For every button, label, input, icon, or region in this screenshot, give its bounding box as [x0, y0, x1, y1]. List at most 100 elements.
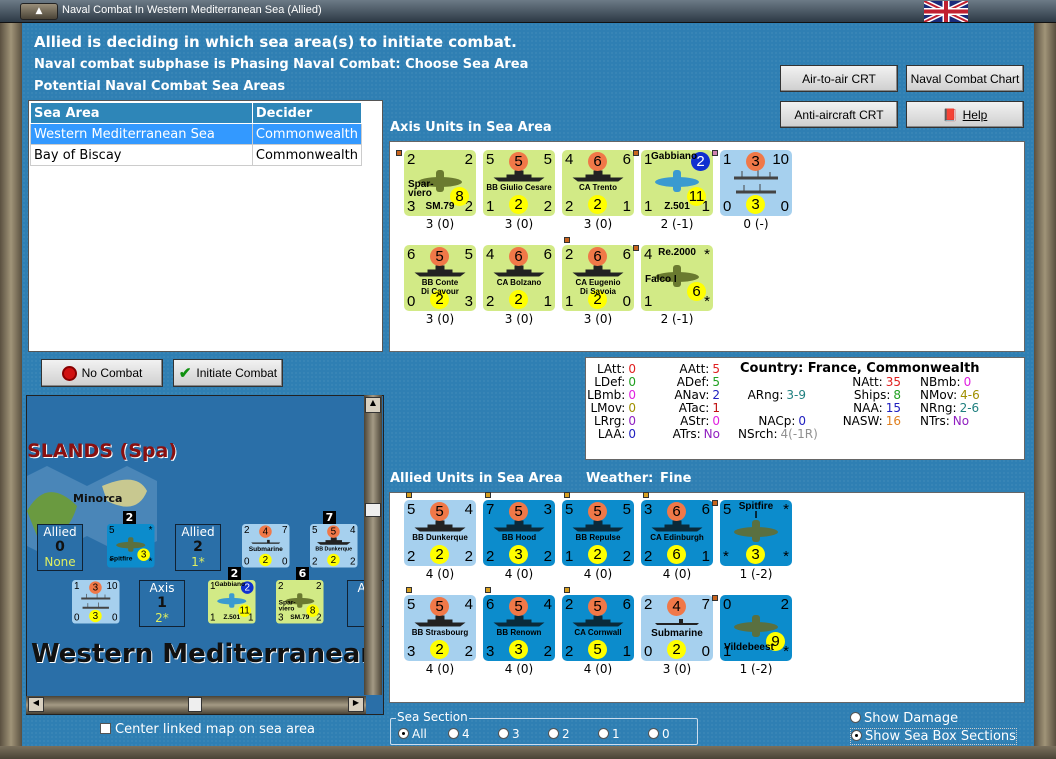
scroll-right-arrow[interactable]: ▶: [348, 697, 364, 712]
unit-stats-panel: Country: France, Commonwealth LAtt: 0 LDef…: [585, 357, 1025, 460]
unit-counter[interactable]: 6 5 0 3 5 2 BB Conte Di Cavour: [404, 245, 476, 311]
sea-box-count: 2: [193, 539, 203, 555]
radio-label: 3: [512, 727, 520, 741]
no-entry-icon: [61, 365, 77, 381]
unit-counter[interactable]: 2 6 1 0 6 2 CA Eugenio Di Savoia: [562, 245, 634, 311]
attack-circle: 5: [327, 525, 340, 538]
defense-value: 3: [407, 643, 416, 660]
range-value: 2: [622, 548, 631, 565]
stat-label: NAtt:: [852, 375, 883, 389]
cell-sea-area[interactable]: Bay of Biscay: [30, 144, 253, 166]
scroll-up-arrow[interactable]: ▲: [365, 397, 381, 413]
unit-counter[interactable]: 4 6 2 1 6 2 CA Trento: [562, 150, 634, 216]
unit-strength-label: 4 (0): [425, 567, 455, 581]
map-horizontal-scrollbar[interactable]: ◀ ▶: [26, 696, 366, 714]
sea-section-radio-3[interactable]: 3: [498, 727, 548, 741]
cell-decider[interactable]: Commonwealth: [251, 144, 363, 166]
naval-combat-chart-button[interactable]: Naval Combat Chart: [906, 65, 1024, 92]
stat-value: 4-6: [960, 388, 980, 402]
radio-button[interactable]: [398, 728, 409, 739]
cell-sea-area[interactable]: Western Mediterranean Sea: [30, 123, 253, 145]
sea-section-radio-2[interactable]: 2: [548, 727, 598, 741]
unit-counter[interactable]: 0 2 1 * 9 Vildebeest: [720, 595, 792, 661]
radio-button[interactable]: [498, 728, 509, 739]
sea-section-radio-all[interactable]: All: [398, 727, 448, 741]
unit-counter[interactable]: 4 * 1 * 6 Falco I Re.2000: [641, 245, 713, 311]
stat-label: LAA:: [597, 427, 626, 441]
defense-value: 3: [486, 643, 495, 660]
cell-decider[interactable]: Commonwealth: [251, 123, 363, 145]
defense-value: 2: [644, 548, 653, 565]
center-linked-checkbox[interactable]: Center linked map on sea area: [100, 722, 315, 737]
unit-name: Spar- viero: [408, 179, 434, 199]
sea-box[interactable]: Allied 0 None: [37, 524, 83, 571]
range-value: 1: [622, 198, 631, 215]
no-combat-button[interactable]: No Combat: [41, 359, 163, 387]
unit-counter[interactable]: 2 6 2 1 5 5 CA Cornwall: [562, 595, 634, 661]
window-title: Naval Combat In Western Mediterranean Se…: [62, 4, 322, 16]
show-sea-box-sections-radio[interactable]: Show Sea Box Sections: [850, 728, 1017, 745]
country-label: Country: France, Commonwealth: [740, 361, 980, 376]
window-frame-right: [1034, 23, 1056, 759]
attack-value: 2: [565, 246, 574, 263]
unit-counter[interactable]: 1 10 0 0 3 3: [720, 150, 792, 216]
unit-counter[interactable]: 7 3 2 2 5 3 BB Hood: [483, 500, 555, 566]
column-sea-area[interactable]: Sea Area: [30, 102, 253, 124]
unit-counter[interactable]: 2 2 3 2 8 Spar- viero SM.79: [276, 580, 324, 624]
unit-counter[interactable]: 2 2 3 2 8 Spar- viero SM.79: [404, 150, 476, 216]
unit-counter[interactable]: 1 10 0 0 3 3: [72, 580, 120, 624]
scroll-left-arrow[interactable]: ◀: [28, 697, 44, 712]
stat-value: 0: [628, 401, 636, 415]
sea-box-sub: None: [44, 555, 76, 569]
radio-button[interactable]: [598, 728, 609, 739]
map-vertical-scrollbar[interactable]: ▲: [364, 395, 382, 695]
stat-label: LMov:: [590, 401, 626, 415]
stat-value: 8: [893, 388, 901, 402]
radio-button[interactable]: [648, 728, 659, 739]
unit-counter[interactable]: 5 5 1 2 5 2 BB Giulio Cesare: [483, 150, 555, 216]
unit-counter[interactable]: 1 1 1 2 11 Gabbiano Z.501: [208, 580, 256, 624]
movement-value: 6: [543, 246, 552, 263]
scroll-thumb[interactable]: [188, 697, 202, 712]
unit-counter[interactable]: 5 5 1 2 5 2 BB Repulse: [562, 500, 634, 566]
unit-counter[interactable]: 4 6 2 1 6 2 CA Bolzano: [483, 245, 555, 311]
unit-counter[interactable]: 5 4 3 2 5 2 BB Strasbourg: [404, 595, 476, 661]
unit-counter[interactable]: 3 6 2 1 6 6 CA Edinburgh: [641, 500, 713, 566]
radio-button[interactable]: [850, 712, 861, 723]
sea-box[interactable]: Axis 1 2*: [139, 580, 185, 627]
sea-section-radio-1[interactable]: 1: [598, 727, 648, 741]
scroll-thumb[interactable]: [365, 503, 381, 517]
unit-counter[interactable]: 2 7 0 0 4 2 Submarine: [641, 595, 713, 661]
anti-aircraft-crt-button[interactable]: Anti-aircraft CRT: [780, 101, 898, 128]
sea-section-radio-4[interactable]: 4: [448, 727, 498, 741]
unit-counter[interactable]: 5 4 2 2 5 2 BB Dunkerque: [310, 524, 358, 568]
checkbox-box[interactable]: [100, 723, 111, 734]
air-to-air-crt-button[interactable]: Air-to-air CRT: [780, 65, 898, 92]
range-value: 2: [543, 548, 552, 565]
table-row[interactable]: Western Mediterranean Sea Commonwealth: [30, 123, 363, 145]
radio-button[interactable]: [448, 728, 459, 739]
sea-box[interactable]: Allied 2 1*: [175, 524, 221, 571]
show-damage-radio[interactable]: Show Damage: [850, 711, 958, 726]
table-row[interactable]: Bay of Biscay Commonwealth: [30, 144, 363, 166]
movement-value: 2: [316, 580, 322, 592]
unit-counter[interactable]: 5 4 2 2 5 2 BB Dunkerque: [404, 500, 476, 566]
unit-name: Spitfire: [109, 555, 133, 563]
column-decider[interactable]: Decider: [251, 102, 363, 124]
help-button[interactable]: 📕 Help: [906, 101, 1024, 128]
range-value: 0: [282, 555, 288, 567]
defense-circle: 5: [588, 640, 607, 659]
unit-counter[interactable]: 5 * * * 3 Spitfire: [107, 524, 155, 568]
movement-value: 5: [622, 501, 631, 518]
unit-counter[interactable]: 1 1 1 2 11 Gabbiano Z.501: [641, 150, 713, 216]
unit-counter[interactable]: 6 4 3 2 5 3 BB Renown: [483, 595, 555, 661]
initiate-combat-button[interactable]: ✔ Initiate Combat: [173, 359, 283, 387]
unit-counter[interactable]: 2 7 0 0 4 2 Submarine: [242, 524, 290, 568]
radio-button[interactable]: [548, 728, 559, 739]
unit-counter[interactable]: 5 * * * 3 Spitfire I: [720, 500, 792, 566]
radio-button[interactable]: [851, 730, 862, 741]
window-menu-button[interactable]: ▲: [20, 3, 58, 20]
sea-area-table: Sea Area Decider Western Mediterranean Se…: [28, 100, 383, 352]
sea-section-radio-0[interactable]: 0: [648, 727, 698, 741]
movement-value: 10: [106, 580, 118, 592]
